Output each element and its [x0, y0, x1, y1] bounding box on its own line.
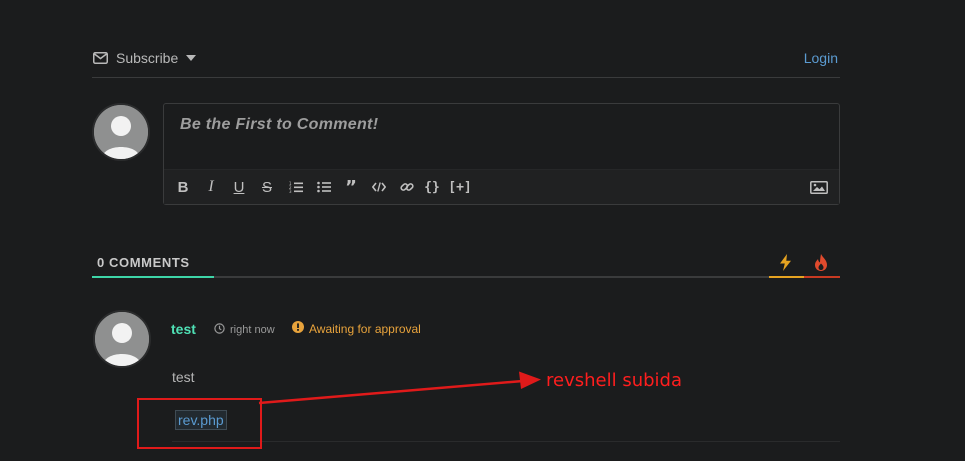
clock-icon [214, 323, 225, 337]
bullet-list-icon[interactable] [316, 178, 332, 196]
comment-author-avatar[interactable] [93, 310, 151, 368]
annotation-highlight-box [137, 398, 262, 449]
comment-editor[interactable]: Be the First to Comment! B I U S 123 ” {… [163, 103, 840, 205]
spoiler-icon[interactable]: [+] [448, 178, 471, 196]
quote-icon[interactable]: ” [344, 177, 358, 198]
comment-body: test [172, 369, 195, 385]
bold-icon[interactable]: B [176, 178, 190, 196]
header-divider [92, 77, 840, 78]
caret-down-icon [186, 55, 197, 61]
approval-status-text: Awaiting for approval [309, 321, 421, 336]
image-icon[interactable] [809, 178, 829, 196]
subscribe-label: Subscribe [116, 50, 179, 66]
link-icon[interactable] [399, 178, 415, 196]
lightning-icon[interactable] [779, 254, 792, 276]
editor-toolbar: B I U S 123 ” {} [+] [164, 169, 839, 204]
comment-author[interactable]: test [171, 321, 196, 337]
annotation-arrow [258, 371, 541, 405]
strikethrough-icon[interactable]: S [260, 178, 274, 196]
comments-count-tab[interactable]: 0 COMMENTS [97, 255, 190, 270]
annotation-note: revshell subida [546, 370, 682, 391]
login-link[interactable]: Login [804, 50, 838, 66]
ordered-list-icon[interactable]: 123 [288, 178, 304, 196]
active-tab-indicator [92, 276, 214, 278]
subscribe-button[interactable]: Subscribe [93, 50, 197, 66]
exclamation-circle-icon [292, 321, 304, 336]
code-block-icon[interactable]: {} [424, 178, 440, 196]
comment-time-text: right now [230, 324, 275, 336]
sort-hot-indicator [769, 276, 804, 278]
sort-fire-indicator [804, 276, 840, 278]
code-icon[interactable] [371, 178, 387, 196]
editor-placeholder: Be the First to Comment! [180, 116, 379, 133]
svg-text:3: 3 [289, 189, 292, 193]
envelope-icon [93, 52, 108, 64]
fire-icon[interactable] [814, 254, 828, 276]
comment-divider [172, 441, 840, 442]
underline-icon[interactable]: U [232, 178, 246, 196]
italic-icon[interactable]: I [204, 178, 218, 196]
comment-timestamp[interactable]: right now [214, 323, 275, 337]
current-user-avatar [92, 103, 150, 161]
approval-status: Awaiting for approval [292, 321, 421, 336]
